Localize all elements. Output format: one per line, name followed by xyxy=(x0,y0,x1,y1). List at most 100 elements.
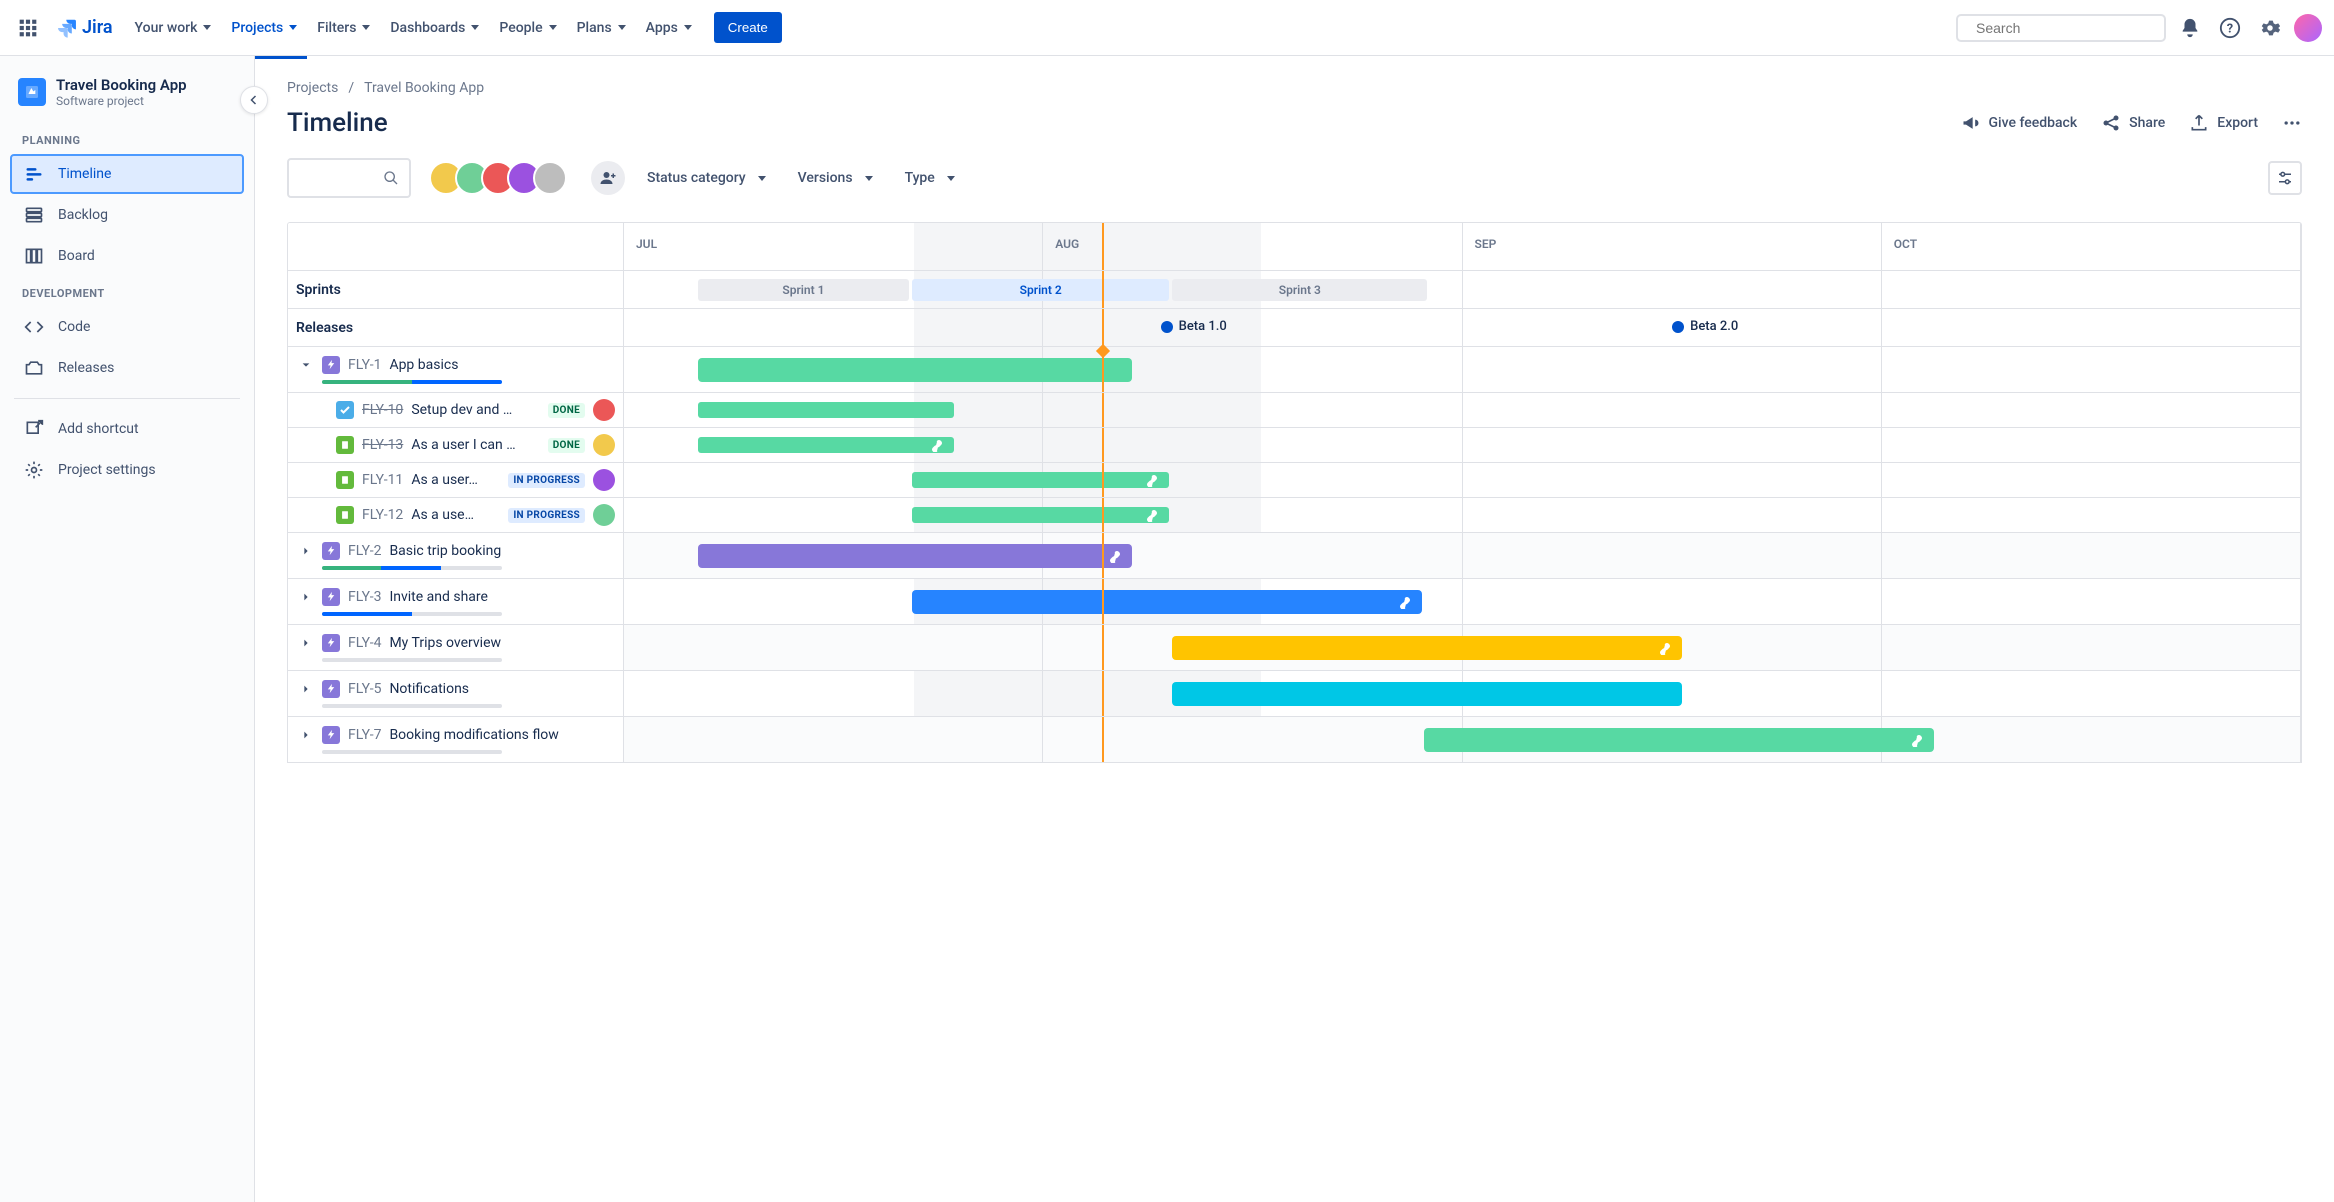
nav-item-people[interactable]: People xyxy=(489,12,566,44)
filter-status-category[interactable]: Status category xyxy=(643,162,770,194)
issue-summary[interactable]: Booking modifications flow xyxy=(389,727,558,743)
issue-bar[interactable] xyxy=(698,402,955,418)
issue-key[interactable]: FLY-7 xyxy=(348,727,381,743)
filter-type[interactable]: Type xyxy=(901,162,959,194)
view-settings-button[interactable] xyxy=(2268,161,2302,195)
issue-bar[interactable] xyxy=(912,472,1169,488)
sidebar-item-project-settings[interactable]: Project settings xyxy=(10,450,244,490)
assignee-avatar[interactable] xyxy=(593,399,615,421)
add-person-icon xyxy=(599,169,617,187)
issue-summary[interactable]: As a use… xyxy=(411,507,500,523)
sidebar-group-label: DEVELOPMENT xyxy=(10,277,244,306)
timeline-search[interactable] xyxy=(287,158,411,198)
issue-summary[interactable]: As a user… xyxy=(411,472,500,488)
issue-key[interactable]: FLY-10 xyxy=(362,402,403,418)
gear-icon xyxy=(2259,17,2281,39)
nav-item-your-work[interactable]: Your work xyxy=(125,12,222,44)
settings-button[interactable] xyxy=(2254,12,2286,44)
timeline-grid: JULAUGSEPOCT Sprints Sprint 1Sprint 2Spr… xyxy=(287,222,2302,763)
issue-summary[interactable]: App basics xyxy=(389,357,458,373)
profile-avatar[interactable] xyxy=(2294,14,2322,42)
child-issue-row: FLY-10 Setup dev and … DONE xyxy=(288,393,2301,428)
issue-summary[interactable]: Basic trip booking xyxy=(389,543,501,559)
nav-item-dashboards[interactable]: Dashboards xyxy=(380,12,489,44)
sidebar-item-board[interactable]: Board xyxy=(10,236,244,276)
issue-summary[interactable]: Setup dev and … xyxy=(411,402,539,418)
help-button[interactable]: ? xyxy=(2214,12,2246,44)
global-search[interactable] xyxy=(1956,14,2166,42)
more-actions-button[interactable] xyxy=(2282,113,2302,133)
jira-logo[interactable]: Jira xyxy=(48,17,121,39)
nav-item-filters[interactable]: Filters xyxy=(307,12,380,44)
expand-toggle[interactable] xyxy=(298,638,314,648)
issue-key[interactable]: FLY-12 xyxy=(362,507,403,523)
epic-row: FLY-7 Booking modifications flow xyxy=(288,717,2301,763)
expand-toggle[interactable] xyxy=(298,592,314,602)
expand-toggle[interactable] xyxy=(298,546,314,556)
status-badge: IN PROGRESS xyxy=(508,473,585,488)
epic-bar[interactable] xyxy=(1172,682,1682,706)
expand-toggle[interactable] xyxy=(298,684,314,694)
expand-toggle[interactable] xyxy=(298,360,314,370)
nav-item-plans[interactable]: Plans xyxy=(567,12,636,44)
sidebar-item-code[interactable]: Code xyxy=(10,307,244,347)
issue-key[interactable]: FLY-11 xyxy=(362,472,403,488)
status-badge: DONE xyxy=(548,438,585,453)
export-button[interactable]: Export xyxy=(2189,113,2258,133)
nav-item-apps[interactable]: Apps xyxy=(636,12,702,44)
search-input[interactable] xyxy=(1976,20,2157,36)
sidebar-item-timeline[interactable]: Timeline xyxy=(10,154,244,194)
app-switcher[interactable] xyxy=(12,12,44,44)
sidebar-item-backlog[interactable]: Backlog xyxy=(10,195,244,235)
assignee-avatar[interactable] xyxy=(593,504,615,526)
issue-key[interactable]: FLY-13 xyxy=(362,437,403,453)
add-people-button[interactable] xyxy=(591,161,625,195)
export-icon xyxy=(2189,113,2209,133)
assignee-avatar[interactable] xyxy=(593,469,615,491)
project-header[interactable]: Travel Booking App Software project xyxy=(10,76,244,124)
epic-bar[interactable] xyxy=(912,590,1422,614)
give-feedback-button[interactable]: Give feedback xyxy=(1961,113,2078,133)
sprint-bar[interactable]: Sprint 3 xyxy=(1172,279,1427,301)
issue-summary[interactable]: Notifications xyxy=(389,681,469,697)
svg-text:?: ? xyxy=(2227,21,2233,36)
issue-key[interactable]: FLY-4 xyxy=(348,635,381,651)
epic-icon xyxy=(322,542,340,560)
sprint-bar[interactable]: Sprint 2 xyxy=(912,279,1169,301)
epic-bar[interactable] xyxy=(1172,636,1682,660)
sprint-bar[interactable]: Sprint 1 xyxy=(698,279,909,301)
issue-key[interactable]: FLY-3 xyxy=(348,589,381,605)
link-icon xyxy=(1658,641,1672,655)
issue-key[interactable]: FLY-1 xyxy=(348,357,381,373)
epic-bar[interactable] xyxy=(698,358,1132,382)
breadcrumb-root[interactable]: Projects xyxy=(287,80,338,96)
collapse-sidebar-button[interactable] xyxy=(240,86,268,114)
expand-toggle[interactable] xyxy=(298,730,314,740)
release-marker[interactable]: Beta 2.0 xyxy=(1672,319,1738,334)
issue-summary[interactable]: Invite and share xyxy=(389,589,488,605)
story-icon xyxy=(336,436,354,454)
epic-bar[interactable] xyxy=(1424,728,1934,752)
nav-item-projects[interactable]: Projects xyxy=(221,12,307,44)
assignee-avatar[interactable] xyxy=(533,161,567,195)
issue-summary[interactable]: My Trips overview xyxy=(389,635,501,651)
issue-bar[interactable] xyxy=(912,507,1169,523)
create-button[interactable]: Create xyxy=(714,12,782,43)
month-column: AUG xyxy=(1043,223,1462,270)
assignee-filter[interactable] xyxy=(429,161,567,195)
sidebar-item-add-shortcut[interactable]: Add shortcut xyxy=(10,409,244,449)
issue-key[interactable]: FLY-5 xyxy=(348,681,381,697)
release-marker[interactable]: Beta 1.0 xyxy=(1161,319,1227,334)
notifications-button[interactable] xyxy=(2174,12,2206,44)
epic-bar[interactable] xyxy=(698,544,1132,568)
issue-bar[interactable] xyxy=(698,437,955,453)
issue-key[interactable]: FLY-2 xyxy=(348,543,381,559)
share-button[interactable]: Share xyxy=(2101,113,2165,133)
breadcrumb-current[interactable]: Travel Booking App xyxy=(364,80,484,96)
sidebar-item-releases[interactable]: Releases xyxy=(10,348,244,388)
epic-row: FLY-1 App basics xyxy=(288,347,2301,393)
chevron-down-icon xyxy=(947,176,955,181)
filter-versions[interactable]: Versions xyxy=(794,162,877,194)
issue-summary[interactable]: As a user I can … xyxy=(411,437,539,453)
assignee-avatar[interactable] xyxy=(593,434,615,456)
